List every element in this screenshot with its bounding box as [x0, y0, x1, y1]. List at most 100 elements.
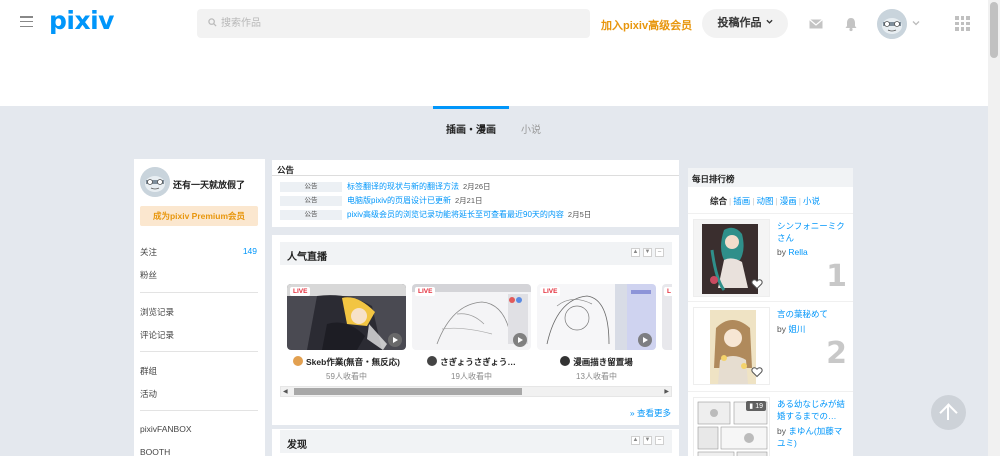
- announcement-link[interactable]: pixiv高级会员的浏览记录功能将延长至可查看最近90天的内容: [347, 209, 564, 220]
- popular-live-title: 人气直播: [287, 252, 327, 263]
- ranking-author-link[interactable]: まゆん(加藤マユミ): [777, 426, 842, 448]
- active-tab-indicator: [433, 106, 509, 109]
- discover-header: 发现 ▲ ▼ –: [280, 430, 672, 453]
- move-down-icon[interactable]: ▼: [643, 248, 652, 257]
- become-premium-button[interactable]: 成为pixiv Premium会员: [140, 206, 258, 226]
- user-sidebar: 还有一天就放假了 成为pixiv Premium会员 关注 149 粉丝 浏览记…: [134, 159, 265, 456]
- sidebar-divider: [140, 351, 258, 352]
- live-horizontal-scrollbar[interactable]: ◀ ▶: [280, 386, 672, 397]
- apps-grid-icon[interactable]: [955, 16, 970, 31]
- double-chevron-right-icon: »: [629, 408, 635, 418]
- bookmark-heart-icon[interactable]: [751, 278, 763, 290]
- see-more-label: 查看更多: [636, 408, 671, 418]
- sidebar-divider: [140, 292, 258, 293]
- scrollbar-thumb[interactable]: [990, 2, 998, 58]
- user-avatar[interactable]: [877, 9, 907, 39]
- menu-icon[interactable]: [20, 16, 33, 27]
- ranking-tab-all[interactable]: 综合: [710, 196, 727, 206]
- search-box[interactable]: [197, 9, 590, 38]
- ranking-author-line: by まゆん(加藤マユミ): [777, 426, 843, 448]
- sidebar-divider: [140, 410, 258, 411]
- scroll-left-icon[interactable]: ◀: [283, 388, 288, 395]
- collapse-icon[interactable]: –: [655, 436, 664, 445]
- page-count-badge: ▮ 19: [746, 401, 766, 411]
- join-premium-link[interactable]: 加入pixiv高级会员: [601, 17, 692, 33]
- announcement-link[interactable]: 电脑版pixiv的页眉设计已更新: [347, 195, 451, 206]
- sidebar-avatar[interactable]: [140, 167, 170, 197]
- post-work-label: 投稿作品: [717, 17, 762, 29]
- live-thumbnail[interactable]: L: [662, 284, 672, 350]
- move-down-icon[interactable]: ▼: [643, 436, 652, 445]
- live-stream-name: Skeb作業(無音・無反応): [287, 356, 406, 368]
- tab-illust-manga[interactable]: 插画・漫画: [446, 121, 496, 136]
- ranking-item: シンフォニーミクさん by Rella 1: [688, 213, 853, 299]
- sidebar-item-history[interactable]: 浏览记录: [140, 306, 174, 318]
- announcement-link[interactable]: 标签翻译的现状与新的翻译方法: [347, 181, 459, 192]
- ranking-work-title[interactable]: ある幼なじみが結婚するまでの…: [777, 398, 847, 422]
- notification-bell-icon[interactable]: [843, 16, 859, 32]
- ranking-author-link[interactable]: Rella: [788, 247, 807, 257]
- sidebar-item-fanbox[interactable]: pixivFANBOX: [140, 424, 192, 434]
- announcement-row: 公告 pixiv高级会员的浏览记录功能将延长至可查看最近90天的内容 2月5日: [280, 209, 591, 220]
- announcement-row: 公告 电脑版pixiv的页眉设计已更新 2月21日: [280, 195, 483, 206]
- announcement-badge: 公告: [280, 181, 342, 192]
- scroll-right-icon[interactable]: ▶: [664, 388, 669, 395]
- play-icon[interactable]: [513, 333, 527, 347]
- bookmark-heart-icon[interactable]: [751, 366, 763, 378]
- ranking-item: ▮ 19 ある幼なじみが結婚するまでの… by まゆん(加藤マユミ): [688, 391, 853, 456]
- streamer-avatar: [293, 356, 303, 366]
- page-scrollbar[interactable]: [988, 0, 1000, 456]
- avatar-chevron-down-icon[interactable]: [912, 19, 920, 27]
- section-controls: ▲ ▼ –: [631, 436, 664, 445]
- horizontal-scroll-thumb[interactable]: [294, 388, 522, 395]
- ranking-tab-manga[interactable]: 漫画: [780, 196, 797, 206]
- sidebar-item-following[interactable]: 关注: [140, 246, 157, 258]
- following-count[interactable]: 149: [243, 246, 257, 256]
- ranking-tab-novel[interactable]: 小说: [803, 196, 820, 206]
- live-badge: L: [664, 287, 672, 296]
- ranking-tab-ugoira[interactable]: 动图: [756, 196, 773, 206]
- pixiv-logo[interactable]: pixiv: [49, 6, 114, 35]
- ranking-number: 1: [826, 259, 847, 294]
- ranking-work-title[interactable]: シンフォニーミクさん: [777, 220, 847, 244]
- sidebar-username[interactable]: 还有一天就放假了: [173, 178, 245, 191]
- chevron-down-icon: [765, 19, 773, 24]
- discover-title: 发现: [287, 440, 307, 451]
- back-to-top-button[interactable]: [931, 395, 966, 430]
- live-card[interactable]: LIVE 漫画描き留置場 13人收看中: [537, 284, 656, 382]
- sidebar-item-events[interactable]: 活动: [140, 388, 157, 400]
- play-icon[interactable]: [388, 333, 402, 347]
- pages-icon: ▮: [749, 403, 754, 410]
- sidebar-item-booth[interactable]: BOOTH: [140, 447, 170, 456]
- ranking-title: 每日排行榜: [692, 174, 735, 184]
- sidebar-item-comments[interactable]: 评论记录: [140, 329, 174, 341]
- post-work-button[interactable]: 投稿作品: [702, 9, 788, 38]
- collapse-icon[interactable]: –: [655, 248, 664, 257]
- live-card[interactable]: LIVE さぎょうさぎょう… 19人收看中: [412, 284, 531, 382]
- play-icon[interactable]: [638, 333, 652, 347]
- live-viewers: 13人收看中: [576, 372, 617, 381]
- live-card-partial[interactable]: L: [662, 284, 672, 350]
- sidebar-item-groups[interactable]: 群组: [140, 365, 157, 377]
- ranking-work-title[interactable]: 言の葉秘めて: [777, 308, 847, 320]
- live-thumbnail[interactable]: LIVE: [537, 284, 656, 350]
- move-up-icon[interactable]: ▲: [631, 248, 640, 257]
- move-up-icon[interactable]: ▲: [631, 436, 640, 445]
- popular-live-header: 人气直播 ▲ ▼ –: [280, 242, 672, 265]
- live-card[interactable]: LIVE Skeb作業(無音・無反応) 59人收看中: [287, 284, 406, 382]
- live-thumbnail[interactable]: LIVE: [412, 284, 531, 350]
- ranking-author-link[interactable]: 姐川: [788, 324, 805, 334]
- ranking-number: 2: [826, 336, 847, 371]
- ranking-thumbnail[interactable]: ▮ 19: [693, 397, 770, 456]
- ranking-tabs: 综合 | 插画 | 动图 | 漫画 | 小说: [710, 196, 820, 206]
- ranking-tab-illust[interactable]: 插画: [733, 196, 750, 206]
- divider: [272, 175, 679, 176]
- discover-panel: 发现 ▲ ▼ –: [272, 429, 679, 456]
- announcement-badge: 公告: [280, 209, 342, 220]
- search-input[interactable]: [221, 9, 581, 38]
- tab-novel[interactable]: 小说: [521, 121, 541, 136]
- sidebar-item-followers[interactable]: 粉丝: [140, 269, 157, 281]
- live-thumbnail[interactable]: LIVE: [287, 284, 406, 350]
- mail-icon[interactable]: [808, 16, 824, 32]
- see-more-link[interactable]: » 查看更多: [630, 407, 671, 419]
